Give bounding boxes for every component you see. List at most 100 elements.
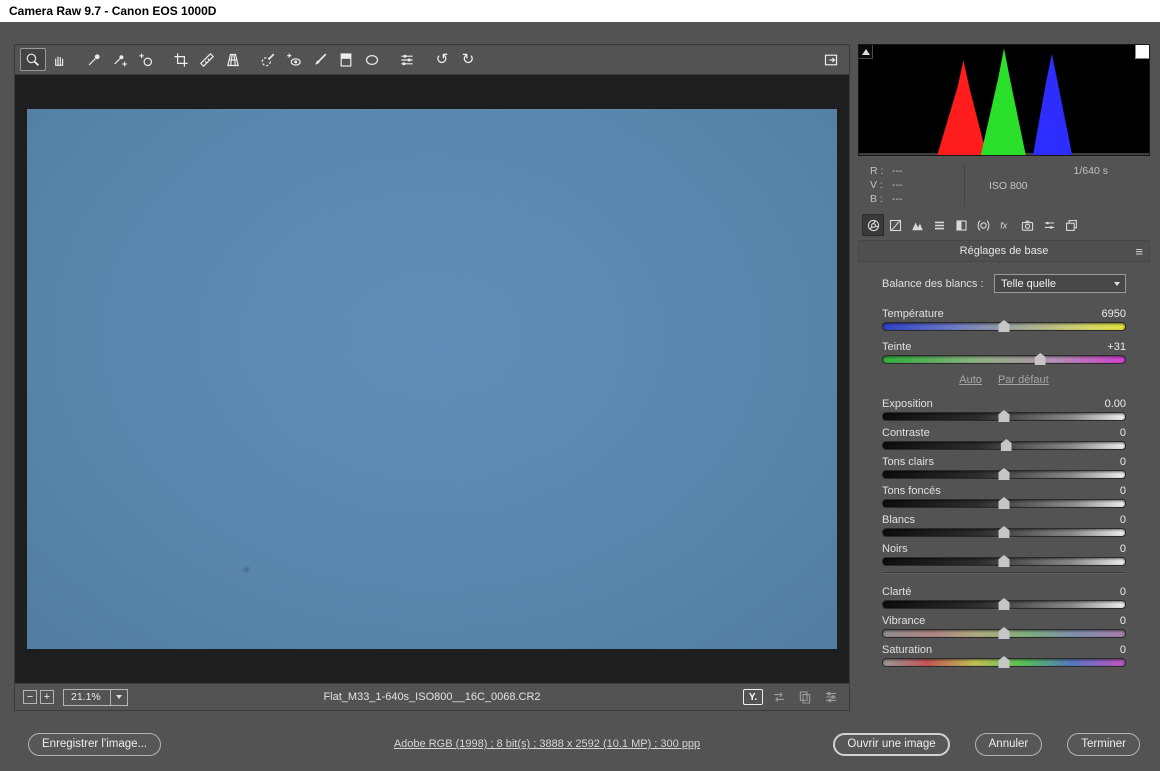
copy-settings-button[interactable] [795, 689, 815, 705]
v-value: --- [892, 179, 903, 191]
zoom-in-button[interactable]: + [40, 690, 54, 704]
slider-value[interactable]: 0 [1120, 586, 1126, 598]
svg-text:fx: fx [1000, 220, 1008, 230]
tab-camera-calibration[interactable] [1016, 214, 1038, 236]
toggle-fullscreen-button[interactable] [818, 48, 844, 71]
targeted-adjustment-tool[interactable] [133, 48, 159, 71]
tab-tone-curve[interactable] [884, 214, 906, 236]
slider-value[interactable]: 0 [1120, 485, 1126, 497]
info-divider [964, 164, 965, 206]
slider-track[interactable] [882, 439, 1126, 451]
panel-menu-icon[interactable]: ≡ [1135, 245, 1143, 258]
slider-label: Température [882, 308, 944, 320]
cancel-button[interactable]: Annuler [974, 732, 1043, 756]
slider-track[interactable] [882, 410, 1126, 422]
slider-value[interactable]: 6950 [1102, 308, 1126, 320]
color-sampler-tool[interactable] [107, 48, 133, 71]
slider-track[interactable] [882, 526, 1126, 538]
slider-value[interactable]: 0 [1120, 427, 1126, 439]
crop-tool[interactable] [168, 48, 194, 71]
slider-value[interactable]: 0.00 [1105, 398, 1126, 410]
slider-track[interactable] [882, 555, 1126, 567]
preferences-button[interactable] [394, 48, 420, 71]
slider-value[interactable]: 0 [1120, 615, 1126, 627]
save-image-button[interactable]: Enregistrer l'image... [28, 732, 162, 756]
shadow-clipping-indicator[interactable] [859, 45, 873, 59]
slider-label: Blancs [882, 514, 916, 526]
histogram [858, 44, 1150, 156]
slider-track[interactable] [882, 468, 1126, 480]
slider-track[interactable] [882, 353, 1126, 365]
hand-tool[interactable] [46, 48, 72, 71]
done-button[interactable]: Terminer [1067, 732, 1140, 756]
toolbar: ↺ ↻ [15, 45, 849, 75]
slider-label: Vibrance [882, 615, 926, 627]
slider-track[interactable] [882, 497, 1126, 509]
spot-removal-tool[interactable] [255, 48, 281, 71]
workflow-options-link[interactable]: Adobe RGB (1998) ; 8 bit(s) ; 3888 x 259… [394, 738, 700, 750]
slider-value[interactable]: 0 [1120, 644, 1126, 656]
tab-detail[interactable] [906, 214, 928, 236]
slider-thumb[interactable] [998, 410, 1010, 422]
slider-thumb[interactable] [998, 320, 1010, 332]
tab-hsl-grayscale[interactable] [928, 214, 950, 236]
histogram-red-channel [937, 60, 987, 155]
tab-lens-corrections[interactable] [972, 214, 994, 236]
graduated-filter-tool[interactable] [333, 48, 359, 71]
transform-tool[interactable] [220, 48, 246, 71]
auto-link[interactable]: Auto [959, 374, 982, 386]
tab-split-toning[interactable] [950, 214, 972, 236]
slider-track[interactable] [882, 598, 1126, 610]
slider-thumb[interactable] [1000, 439, 1012, 451]
slider-thumb[interactable] [1034, 353, 1046, 365]
status-bar: − + 21.1% Flat_M33_1-640s_ISO800__16C_00… [15, 683, 849, 710]
rotate-left-button[interactable]: ↺ [429, 48, 455, 71]
radial-filter-tool[interactable] [359, 48, 385, 71]
triangle-icon [861, 48, 870, 55]
slider-label: Tons foncés [882, 485, 941, 497]
photo[interactable] [27, 109, 837, 649]
highlight-clipping-indicator[interactable] [1135, 45, 1149, 59]
preview-settings-button[interactable] [821, 689, 841, 705]
straighten-tool[interactable] [194, 48, 220, 71]
slider-value[interactable]: 0 [1120, 456, 1126, 468]
zoom-level-select[interactable]: 21.1% [63, 688, 128, 706]
slider-track[interactable] [882, 627, 1126, 639]
red-eye-tool[interactable] [281, 48, 307, 71]
half-square-icon [955, 219, 967, 231]
slider-thumb[interactable] [998, 468, 1010, 480]
slider-track[interactable] [882, 320, 1126, 332]
camera-icon [1021, 220, 1033, 231]
tab-effects[interactable]: fx [994, 214, 1016, 236]
white-balance-tool[interactable] [81, 48, 107, 71]
slider-value[interactable]: +31 [1107, 341, 1126, 353]
panel-tabs: fx [858, 214, 1150, 236]
zoom-out-button[interactable]: − [23, 690, 37, 704]
slider-value[interactable]: 0 [1120, 514, 1126, 526]
slider-thumb[interactable] [998, 497, 1010, 509]
rotate-right-button[interactable]: ↻ [455, 48, 481, 71]
slider-thumb[interactable] [998, 627, 1010, 639]
zoom-tool[interactable] [20, 48, 46, 71]
image-canvas [15, 75, 849, 683]
default-link[interactable]: Par défaut [998, 374, 1049, 386]
tab-basic[interactable] [862, 214, 884, 236]
swap-before-after-button[interactable] [769, 689, 789, 705]
perspective-grid-icon [227, 53, 239, 66]
tab-presets[interactable] [1038, 214, 1060, 236]
fx-icon: fx [1000, 220, 1008, 230]
slider-thumb[interactable] [998, 598, 1010, 610]
footer-buttons: Ouvrir une image Annuler Terminer [833, 732, 1140, 756]
slider-label: Teinte [882, 341, 912, 353]
open-image-button[interactable]: Ouvrir une image [833, 732, 950, 756]
white-balance-select[interactable]: Telle quelle [994, 274, 1126, 293]
slider-value[interactable]: 0 [1120, 543, 1126, 555]
slider-thumb[interactable] [998, 555, 1010, 567]
preview-toggle-button[interactable]: Y. [743, 689, 763, 705]
adjustment-brush-tool[interactable] [307, 48, 333, 71]
slider-track[interactable] [882, 656, 1126, 668]
tab-snapshots[interactable] [1060, 214, 1082, 236]
slider-contrast: Contraste 0 [882, 427, 1126, 451]
slider-thumb[interactable] [998, 656, 1010, 668]
slider-thumb[interactable] [998, 526, 1010, 538]
